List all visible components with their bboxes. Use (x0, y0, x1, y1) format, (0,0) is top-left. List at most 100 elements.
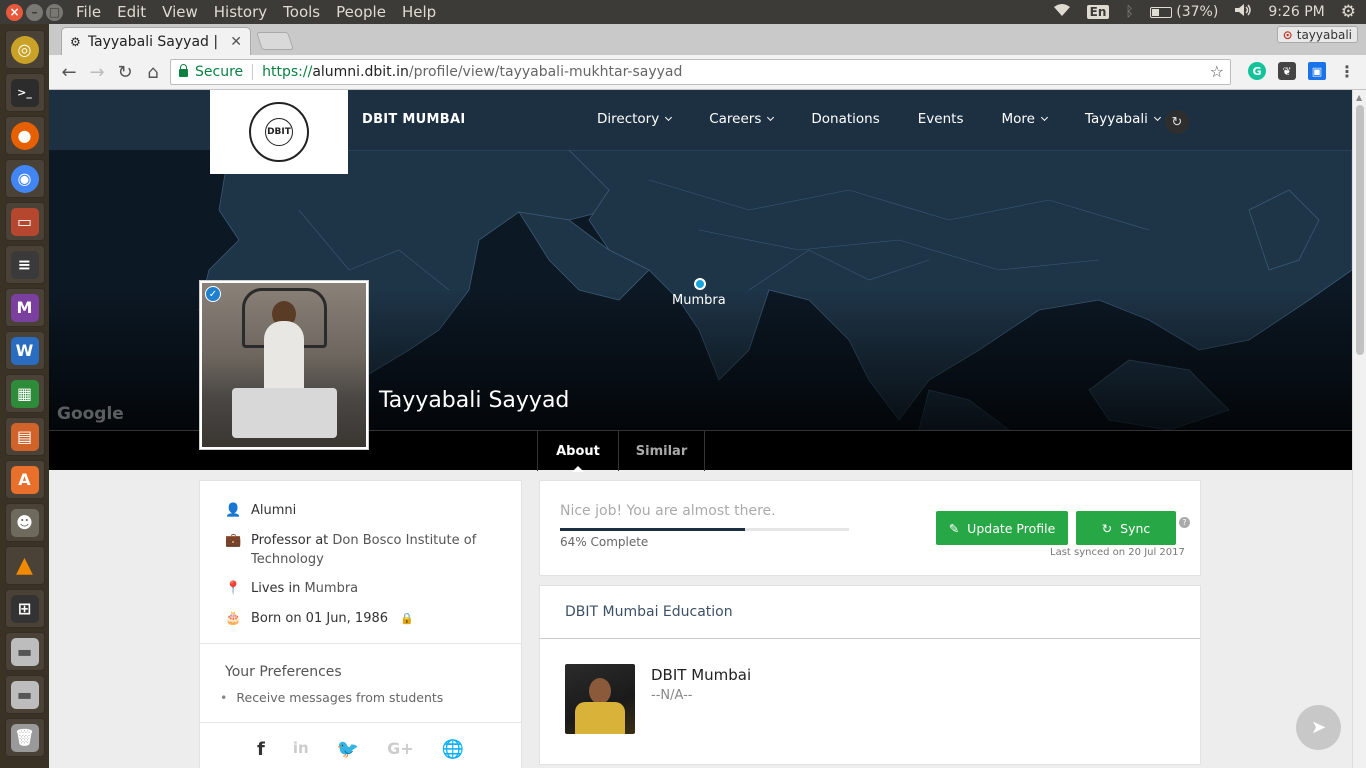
browser-profile-button[interactable]: ⊙ tayyabali (1276, 26, 1358, 43)
google-map-logo: Google (57, 404, 124, 424)
launcher-vlc[interactable]: ▲ (4, 546, 45, 585)
launcher-dash[interactable]: ◎ (4, 30, 45, 69)
about-job-row: 💼 Professor at Don Bosco Institute of Te… (225, 531, 481, 569)
about-type-row: 👤 Alumni (225, 501, 296, 520)
reload-icon[interactable]: ↻ (111, 62, 139, 83)
grammarly-icon[interactable]: G (1248, 62, 1266, 80)
profile-avatar[interactable]: ✓ (199, 280, 369, 450)
nav-directory-label: Directory (597, 111, 660, 127)
help-icon[interactable]: ? (1179, 517, 1190, 528)
minimize-window-button[interactable]: – (26, 3, 43, 21)
extension-icons: G ❦ ▣ ⋮ (1248, 62, 1356, 81)
menu-tools[interactable]: Tools (283, 3, 320, 21)
nav-directory[interactable]: Directory (597, 111, 673, 127)
site-logo[interactable]: DBIT (210, 90, 348, 174)
facebook-icon[interactable]: f (257, 739, 265, 760)
chrome-menu-icon[interactable]: ⋮ (1338, 62, 1356, 81)
vlc-icon: ▲ (16, 553, 33, 578)
back-arrow-icon[interactable]: ← (55, 62, 83, 83)
software-center-icon: A (10, 465, 39, 494)
profile-progress-card: Nice job! You are almost there. 64% Comp… (539, 480, 1201, 576)
extension-badge-icon[interactable]: ▣ (1308, 62, 1326, 80)
launcher-drive-2[interactable]: ▬ (4, 675, 45, 714)
menu-edit[interactable]: Edit (117, 3, 146, 21)
sync-button[interactable]: ↻ Sync (1076, 511, 1176, 545)
launcher-workspaces[interactable]: ⊞ (4, 589, 45, 628)
launcher-gantt[interactable]: ≡ (4, 245, 45, 284)
forward-arrow-icon[interactable]: → (83, 62, 111, 83)
brand-name[interactable]: DBIT MUMBAI (362, 112, 465, 127)
progress-message: Nice job! You are almost there. (560, 503, 776, 519)
menu-view[interactable]: View (162, 3, 198, 21)
linkedin-icon[interactable]: in (293, 739, 309, 760)
education-school[interactable]: DBIT Mumbai (651, 666, 751, 684)
progress-bar-fill (560, 528, 745, 531)
menu-file[interactable]: File (76, 3, 101, 21)
paper-plane-icon: ➤ (1310, 717, 1327, 738)
nav-user-menu[interactable]: Tayyabali (1085, 111, 1161, 127)
job-at: at (315, 533, 329, 548)
launcher-terminal[interactable]: >_ (4, 73, 45, 112)
launcher-trash[interactable]: 🗑 (4, 718, 45, 757)
launcher-writer[interactable]: W (4, 331, 45, 370)
evernote-icon[interactable]: ❦ (1278, 62, 1296, 80)
url-path: /profile/view/tayyabali-mukhtar-sayyad (408, 64, 683, 80)
nav-more[interactable]: More (1002, 111, 1049, 127)
launcher-media[interactable]: M (4, 288, 45, 327)
google-plus-icon[interactable]: G+ (387, 739, 414, 760)
chevron-down-icon (665, 113, 673, 122)
gear-icon[interactable]: ⚙ (1341, 2, 1356, 22)
globe-icon[interactable]: 🌐 (442, 739, 464, 760)
home-icon[interactable]: ⌂ (139, 62, 167, 83)
refresh-icon[interactable]: ↻ (1165, 110, 1189, 134)
launcher-gimp[interactable]: ☻ (4, 503, 45, 542)
bluetooth-icon[interactable]: ᛒ (1125, 4, 1133, 20)
workspace-switcher-icon: ⊞ (10, 594, 39, 623)
scrollbar-thumb[interactable] (1356, 105, 1364, 355)
gantt-icon: ≡ (10, 250, 39, 279)
menu-people[interactable]: People (336, 3, 386, 21)
location-pin-icon[interactable] (694, 278, 706, 290)
launcher-chrome[interactable]: ◉ (4, 159, 45, 198)
launcher-files[interactable]: ▭ (4, 202, 45, 241)
send-message-button[interactable]: ➤ (1296, 705, 1341, 750)
scroll-up-arrow-icon[interactable]: ▲ (1356, 93, 1362, 102)
bookmark-star-icon[interactable]: ☆ (1210, 62, 1224, 81)
menu-history[interactable]: History (214, 3, 267, 21)
launcher-impress[interactable]: ▤ (4, 417, 45, 456)
launcher-firefox[interactable]: ● (4, 116, 45, 155)
twitter-icon[interactable]: 🐦 (337, 739, 359, 760)
tab-similar[interactable]: Similar (618, 431, 705, 471)
os-top-bar: × – □ File Edit View History Tools Peopl… (0, 0, 1366, 24)
lock-icon[interactable]: 🔒 (400, 609, 414, 628)
launcher-software-center[interactable]: A (4, 460, 45, 499)
menu-help[interactable]: Help (402, 3, 436, 21)
browser-tab-active[interactable]: ⚙ Tayyabali Sayyad | D ✕ (61, 27, 251, 55)
update-profile-button[interactable]: ✎ Update Profile (936, 511, 1068, 545)
chevron-down-icon (767, 113, 775, 122)
address-bar[interactable]: Secure https://alumni.dbit.in/profile/vi… (170, 59, 1231, 85)
launcher-drive-1[interactable]: ▬ (4, 632, 45, 671)
launcher-calc[interactable]: ▦ (4, 374, 45, 413)
close-tab-icon[interactable]: ✕ (230, 34, 242, 50)
social-links: f in 🐦 G+ 🌐 (257, 739, 464, 760)
volume-icon[interactable] (1234, 3, 1252, 21)
nav-donations[interactable]: Donations (811, 111, 879, 127)
new-tab-button[interactable] (256, 32, 294, 50)
about-card: 👤 Alumni 💼 Professor at Don Bosco Instit… (199, 480, 522, 768)
clock[interactable]: 9:26 PM (1268, 4, 1324, 20)
tab-about[interactable]: About (537, 431, 618, 472)
lives-prefix: Lives in (251, 581, 301, 596)
wifi-icon[interactable] (1053, 3, 1071, 21)
page-scrollbar[interactable]: ▲ (1352, 90, 1366, 768)
maximize-window-button[interactable]: □ (46, 3, 63, 21)
system-tray: En ᛒ (37%) 9:26 PM ⚙ (1053, 2, 1366, 22)
chevron-down-icon (1153, 113, 1161, 122)
keyboard-layout-indicator[interactable]: En (1086, 5, 1110, 19)
nav-events[interactable]: Events (918, 111, 964, 127)
city-link[interactable]: Mumbra (304, 581, 358, 596)
close-window-button[interactable]: × (6, 3, 23, 21)
sync-label: Sync (1120, 520, 1151, 536)
nav-careers[interactable]: Careers (709, 111, 775, 127)
battery-indicator[interactable]: (37%) (1149, 4, 1218, 20)
